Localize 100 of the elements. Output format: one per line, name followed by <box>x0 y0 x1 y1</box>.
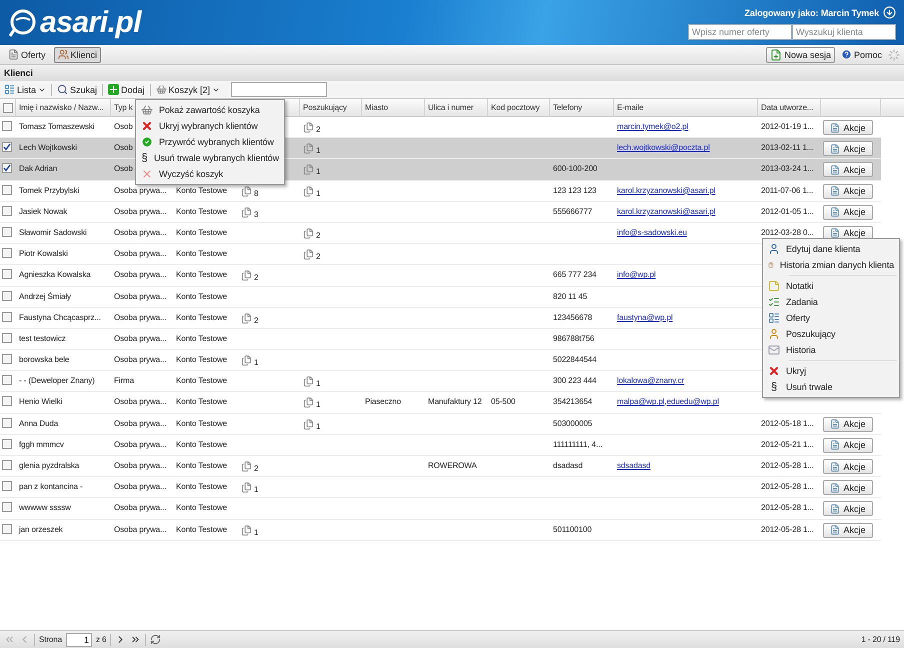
row-checkbox[interactable] <box>2 290 12 300</box>
column-header[interactable]: Imię i nazwisko / Nazw... <box>19 103 104 112</box>
basket-button[interactable]: Koszyk [2] <box>154 82 222 98</box>
account-name: Konto Testowe <box>176 461 228 470</box>
created-date: 2013-02-11 1... <box>761 143 814 152</box>
search-button[interactable]: Szukaj <box>55 82 100 98</box>
row-checkbox[interactable] <box>2 502 12 512</box>
phone-number: 5022844544 <box>553 355 596 364</box>
check-icon <box>141 136 153 148</box>
column-header[interactable]: Typ k <box>114 103 133 112</box>
menu-item[interactable]: Oferty <box>765 310 897 326</box>
column-header[interactable]: Miasto <box>365 103 388 112</box>
seeker-count: 1 <box>316 379 320 388</box>
actions-button[interactable]: Akcje <box>823 416 873 432</box>
row-checkbox[interactable] <box>2 226 12 237</box>
offer-count: 2 <box>254 273 258 282</box>
email-link[interactable]: eduedu@wp.pl <box>666 397 719 406</box>
download-icon[interactable] <box>883 6 896 19</box>
email-link[interactable]: karol.krzyzanowski@asari.pl <box>617 206 716 216</box>
menu-item[interactable]: Pokaż zawartość koszyka <box>138 102 282 118</box>
row-checkbox[interactable] <box>2 460 12 470</box>
section-sign-icon: § <box>141 152 148 164</box>
email-link[interactable]: karol.krzyzanowski@asari.pl <box>617 186 716 195</box>
document-icon <box>830 164 840 175</box>
row-checkbox[interactable] <box>2 418 12 428</box>
row-checkbox[interactable] <box>2 332 12 343</box>
menu-item[interactable]: Zadania <box>765 294 897 310</box>
actions-button[interactable]: Akcje <box>823 438 873 453</box>
refresh-icon[interactable] <box>150 634 162 645</box>
help-button[interactable]: Pomoc <box>838 46 884 62</box>
actions-button[interactable]: Akcje <box>823 162 873 178</box>
row-checkbox[interactable] <box>2 312 12 322</box>
client-name: Tomek Przybylski <box>19 186 80 195</box>
actions-button[interactable]: Akcje <box>823 501 873 516</box>
tab[interactable]: Klienci <box>54 46 102 62</box>
column-header[interactable]: Data utworze... <box>761 103 814 112</box>
menu-item[interactable]: Historia <box>765 342 897 358</box>
column-header[interactable]: Telefony <box>553 103 582 112</box>
column-header[interactable]: Ulica i numer <box>428 103 474 112</box>
row-checkbox[interactable] <box>2 481 12 492</box>
menu-item[interactable]: Edytuj dane klienta <box>765 241 897 257</box>
help-icon <box>840 49 852 60</box>
actions-button[interactable]: Akcje <box>823 459 873 474</box>
email-link[interactable]: marcin.tymek@o2.pl <box>617 122 688 131</box>
actions-button[interactable]: Akcje <box>823 141 873 156</box>
page-field[interactable]: 1 <box>66 632 92 646</box>
select-all-checkbox[interactable] <box>3 103 13 113</box>
actions-button[interactable]: Akcje <box>823 522 873 538</box>
menu-item[interactable]: Przywróć wybranych klientów <box>138 134 282 150</box>
column-header[interactable]: Kod pocztowy <box>491 103 540 112</box>
offer-number-field[interactable]: Wpisz numer oferty <box>688 24 792 40</box>
menu-item[interactable]: Wyczyść koszyk <box>138 166 282 182</box>
window-icon <box>768 312 780 324</box>
email-link[interactable]: lech.wojtkowski@poczta.pl <box>617 143 710 152</box>
menu-item[interactable]: § Usuń trwale wybranych klientów <box>138 150 282 166</box>
row-checkbox[interactable] <box>2 438 12 449</box>
email-link[interactable]: info@wp.pl <box>617 270 656 280</box>
menu-item[interactable]: Poszukujący <box>765 326 897 342</box>
actions-button[interactable]: Akcje <box>823 204 873 220</box>
menu-item[interactable]: Notatki <box>765 278 897 294</box>
row-checkbox[interactable] <box>2 184 12 195</box>
email-link[interactable]: lokalowa@znany.cr <box>617 376 684 386</box>
documents-icon <box>303 418 314 430</box>
client-name: pan z kontancina - <box>19 482 83 492</box>
add-button[interactable]: Dodaj <box>106 82 147 98</box>
row-checkbox[interactable] <box>2 354 12 364</box>
column-header[interactable]: Poszukujący <box>303 103 347 112</box>
row-checkbox[interactable] <box>2 121 12 131</box>
actions-button[interactable]: Akcje <box>823 184 873 199</box>
row-checkbox[interactable] <box>2 206 12 216</box>
filter-field[interactable] <box>231 82 328 97</box>
client-name: Lech Wojtkowski <box>19 143 77 152</box>
documents-icon <box>241 186 252 197</box>
last-page-icon[interactable] <box>130 634 142 645</box>
row-checkbox[interactable] <box>2 375 12 386</box>
client-name: jan orzeszek <box>19 524 63 534</box>
client-search-field[interactable]: Wyszukuj klienta <box>792 24 896 40</box>
actions-button[interactable]: Akcje <box>823 120 873 135</box>
menu-item[interactable]: Ukryj wybranych klientów <box>138 118 282 134</box>
row-checkbox[interactable] <box>2 163 12 174</box>
email-link[interactable]: sdsadasd <box>617 461 650 470</box>
column-header[interactable]: E-maile <box>617 103 644 112</box>
email-link[interactable]: malpa@wp.pl <box>617 397 664 406</box>
tab[interactable]: Oferty <box>4 46 50 62</box>
email-link[interactable]: faustyna@wp.pl <box>617 312 673 322</box>
first-page-icon[interactable] <box>4 634 15 645</box>
row-checkbox[interactable] <box>2 142 12 152</box>
email-link[interactable]: info@s-sadowski.eu <box>617 228 687 237</box>
actions-button[interactable]: Akcje <box>823 480 873 496</box>
menu-item[interactable]: Historia zmian danych klienta <box>765 257 897 273</box>
row-checkbox[interactable] <box>2 248 12 258</box>
documents-icon <box>303 143 314 154</box>
menu-item[interactable]: § Usuń trwale <box>765 379 897 395</box>
row-checkbox[interactable] <box>2 396 12 406</box>
menu-item[interactable]: Ukryj <box>765 363 897 379</box>
new-session-button[interactable]: Nowa sesja <box>766 46 835 62</box>
account-name: Konto Testowe <box>176 186 228 195</box>
row-checkbox[interactable] <box>2 269 12 280</box>
row-checkbox[interactable] <box>2 524 12 534</box>
list-button[interactable]: Lista <box>2 82 48 98</box>
